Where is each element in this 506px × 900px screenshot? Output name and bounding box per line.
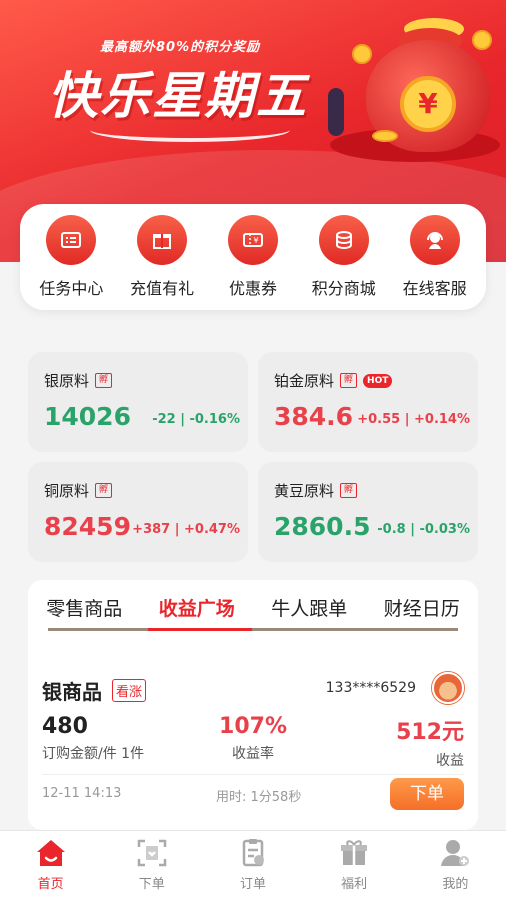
bottom-tab-bar: 首页 下单 订单 福利 我的	[0, 830, 506, 900]
market-card-copper[interactable]: 铜原料 孵 82459 +387 | +0.47%	[28, 462, 248, 562]
market-card-silver[interactable]: 银原料 孵 14026 -22 | -0.16%	[28, 352, 248, 452]
market-card-platinum[interactable]: 铂金原料 孵 HOT 384.6 +0.55 | +0.14%	[258, 352, 478, 452]
market-name: 黄豆原料	[274, 482, 335, 500]
market-change: +0.55 | +0.14%	[357, 412, 470, 427]
profile-icon	[439, 837, 471, 869]
market-price: 14026	[44, 402, 131, 431]
place-order-button[interactable]: 下单	[390, 778, 464, 810]
nav-points-mall[interactable]: 积分商城	[299, 215, 389, 299]
order-list-icon	[237, 837, 269, 869]
market-price: 384.6	[274, 402, 354, 431]
market-name-row: 银原料 孵	[44, 370, 113, 391]
tab-earnings-square[interactable]: 收益广场	[159, 594, 235, 621]
coin-icon	[352, 44, 372, 64]
market-name: 银原料	[44, 372, 90, 390]
points-icon	[318, 215, 369, 265]
gift-icon	[137, 215, 188, 265]
divider	[42, 774, 464, 775]
tabbar-home[interactable]: 首页	[11, 831, 91, 900]
tabbar-welfare[interactable]: 福利	[314, 831, 394, 900]
market-name: 铜原料	[44, 482, 90, 500]
nav-label: 积分商城	[311, 279, 376, 298]
yuan-coin-icon: ¥	[400, 76, 456, 132]
market-change: -0.8 | -0.03%	[377, 522, 470, 537]
avatar[interactable]	[432, 672, 464, 704]
nav-coupon[interactable]: ¥ 优惠券	[208, 215, 298, 299]
order-duration: 用时: 1分58秒	[216, 790, 302, 805]
tabbar-label: 我的	[442, 877, 469, 892]
tab-finance-calendar[interactable]: 财经日历	[384, 594, 460, 621]
market-name: 铂金原料	[274, 372, 335, 390]
tabbar-profile[interactable]: 我的	[415, 831, 495, 900]
svg-text:¥: ¥	[253, 236, 258, 245]
welfare-gift-icon	[338, 837, 370, 869]
tab-retail[interactable]: 零售商品	[46, 594, 122, 621]
market-price: 2860.5	[274, 512, 371, 541]
bullish-badge: 看涨	[112, 679, 147, 702]
market-name-row: 黄豆原料 孵	[274, 480, 358, 501]
nav-label: 在线客服	[402, 279, 467, 298]
support-icon	[409, 215, 460, 265]
incubate-tag: 孵	[340, 483, 358, 498]
nav-online-support[interactable]: 在线客服	[390, 215, 480, 299]
tabbar-label: 首页	[37, 877, 64, 892]
incubate-tag: 孵	[340, 373, 358, 388]
tabbar-label: 订单	[239, 877, 266, 892]
tabbar-label: 福利	[341, 877, 368, 892]
market-name-row: 铜原料 孵	[44, 480, 113, 501]
home-icon	[35, 837, 67, 869]
banner-subtitle: 最高额外80%的积分奖励	[100, 40, 261, 55]
item-name: 银商品	[42, 680, 102, 704]
coin-icon	[472, 30, 492, 50]
earnings-panel: 零售商品 收益广场 牛人跟单 财经日历 银商品 看涨 133****6529 4…	[28, 580, 478, 830]
banner-swoosh	[90, 118, 290, 142]
category-tabs: 零售商品 收益广场 牛人跟单 财经日历	[28, 594, 478, 621]
profit-label: 收益	[436, 753, 464, 769]
nav-label: 任务中心	[39, 279, 104, 298]
hot-icon: HOT	[363, 373, 393, 388]
nav-task-center[interactable]: 任务中心	[26, 215, 116, 299]
user-phone: 133****6529	[325, 680, 416, 696]
profit-value: 512元	[396, 720, 464, 745]
market-change: -22 | -0.16%	[152, 412, 240, 427]
market-price: 82459	[44, 512, 131, 541]
market-name-row: 铂金原料 孵 HOT	[274, 370, 393, 391]
runner-figure	[328, 88, 344, 136]
coin-stack-icon	[372, 130, 398, 142]
incubate-tag: 孵	[95, 373, 113, 388]
incubate-tag: 孵	[95, 483, 113, 498]
tabbar-order[interactable]: 下单	[112, 831, 192, 900]
nav-label: 充值有礼	[130, 279, 195, 298]
scan-order-icon	[136, 837, 168, 869]
tabbar-label: 下单	[138, 877, 165, 892]
item-header: 银商品 看涨	[42, 676, 147, 705]
tabbar-orders[interactable]: 订单	[213, 831, 293, 900]
nav-recharge-gift[interactable]: 充值有礼	[117, 215, 207, 299]
nav-label: 优惠券	[228, 279, 277, 298]
tab-copy-trading[interactable]: 牛人跟单	[271, 594, 347, 621]
market-card-soybean[interactable]: 黄豆原料 孵 2860.5 -0.8 | -0.03%	[258, 462, 478, 562]
quick-nav: 任务中心 充值有礼 ¥ 优惠券 积分商城 在线客服	[20, 204, 486, 310]
profit: 512元 收益	[396, 714, 464, 770]
order-time: 12-11 14:13	[42, 786, 122, 801]
market-change: +387 | +0.47%	[132, 522, 240, 537]
coupon-icon: ¥	[227, 215, 278, 265]
active-tab-indicator	[148, 628, 252, 631]
tab-underline	[48, 628, 458, 631]
task-icon	[46, 215, 97, 265]
